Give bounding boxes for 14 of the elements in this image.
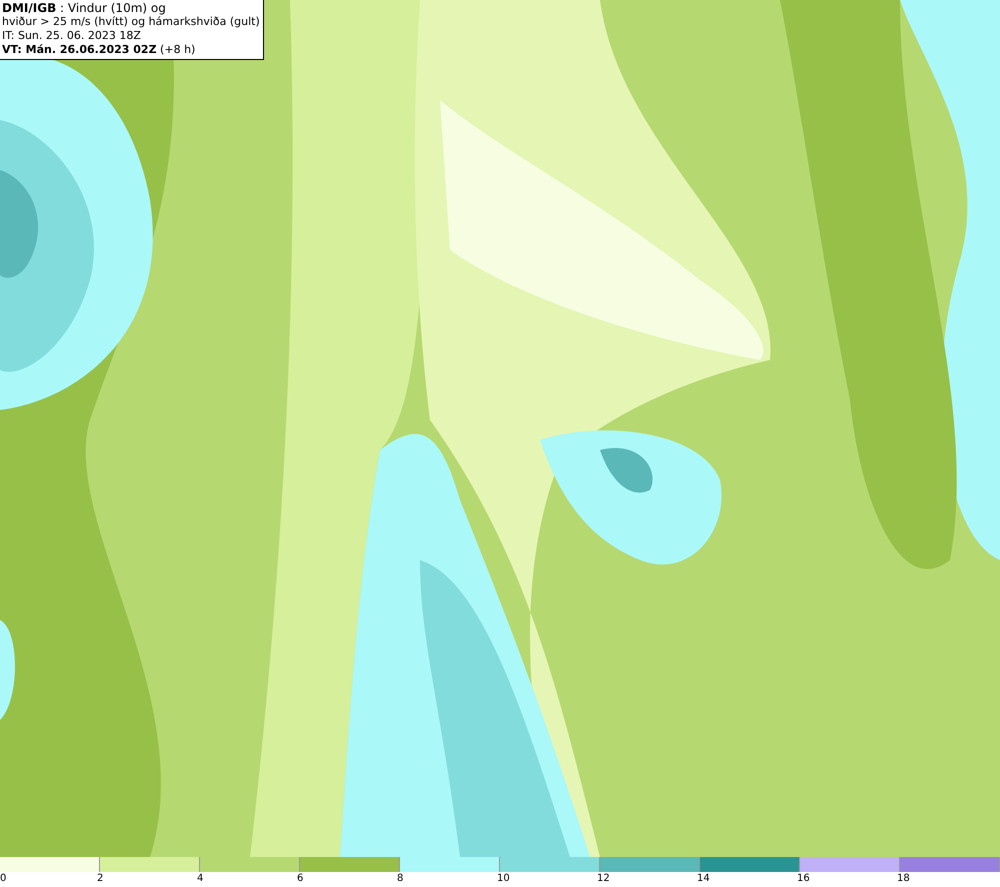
legend-label: 18	[897, 872, 910, 886]
legend-label: 8	[397, 872, 404, 886]
legend-label: 12	[597, 872, 610, 886]
legend-label: 4	[197, 872, 204, 886]
title-line: DMI/IGB : Vindur (10m) og	[2, 1, 167, 15]
legend-label: 14	[697, 872, 710, 886]
title-line: VT: Mán. 26.06.2023 02Z (+8 h)	[2, 43, 196, 57]
legend-label: 6	[297, 872, 304, 886]
legend-label: 10	[497, 872, 510, 886]
legend-label: 0	[0, 872, 6, 886]
title-line: hviður > 25 m/s (hvítt) og hámarkshviða (gult)	[2, 15, 260, 29]
legend-label: 16	[797, 872, 810, 886]
legend-label: 2	[97, 872, 104, 886]
title-line: IT: Sun. 25. 06. 2023 18Z	[2, 29, 142, 43]
